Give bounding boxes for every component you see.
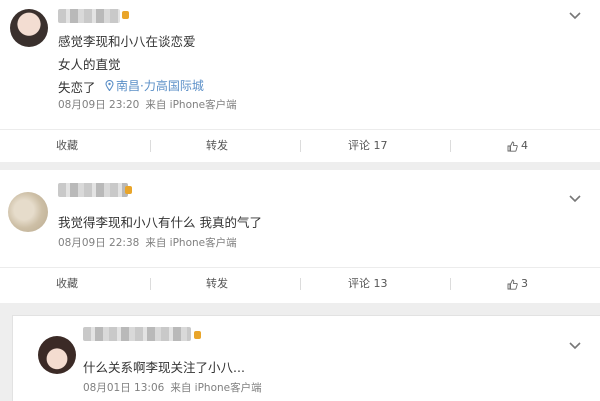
username-blurred[interactable] — [58, 9, 120, 23]
like-count: 4 — [521, 139, 528, 152]
repost-button[interactable]: 转发 — [206, 268, 228, 300]
divider — [300, 278, 301, 290]
post-card: 感觉李现和小八在谈恋爱 女人的直觉 失恋了 南昌·力高国际城 08月09日 23… — [0, 0, 600, 162]
post-source: 来自 iPhone客户端 — [145, 99, 237, 111]
thumbs-up-icon — [507, 141, 518, 152]
thumbs-up-icon — [507, 279, 518, 290]
location-link[interactable]: 南昌·力高国际城 — [105, 77, 204, 94]
chevron-down-icon[interactable] — [568, 11, 582, 21]
user-avatar[interactable] — [8, 192, 48, 232]
divider — [300, 140, 301, 152]
divider — [450, 140, 451, 152]
vip-badge-icon — [122, 11, 129, 19]
action-bar: 收藏 转发 评论 13 3 — [0, 267, 600, 300]
post-text-line: 感觉李现和小八在谈恋爱 — [58, 34, 196, 49]
post-meta: 08月09日 23:20 来自 iPhone客户端 — [58, 97, 237, 112]
divider — [150, 140, 151, 152]
post-timestamp[interactable]: 08月09日 23:20 — [58, 99, 139, 111]
vip-badge-icon — [194, 331, 201, 339]
reply-source: 来自 iPhone客户端 — [170, 382, 262, 394]
user-avatar[interactable] — [10, 9, 48, 47]
username-blurred[interactable] — [83, 327, 191, 341]
like-button[interactable]: 4 — [507, 130, 528, 162]
reply-meta: 08月01日 13:06 来自 iPhone客户端 — [83, 380, 262, 395]
user-avatar[interactable] — [38, 336, 76, 374]
favorite-button[interactable]: 收藏 — [56, 268, 78, 300]
username-blurred[interactable] — [58, 183, 128, 197]
comment-button[interactable]: 评论 17 — [348, 130, 388, 162]
repost-button[interactable]: 转发 — [206, 130, 228, 162]
like-button[interactable]: 3 — [507, 268, 528, 300]
chevron-down-icon[interactable] — [568, 341, 582, 351]
divider — [450, 278, 451, 290]
location-label: 南昌·力高国际城 — [116, 79, 204, 93]
comment-button[interactable]: 评论 13 — [348, 268, 388, 300]
action-bar: 收藏 转发 评论 17 4 — [0, 129, 600, 162]
post-timestamp[interactable]: 08月09日 22:38 — [58, 237, 139, 249]
reply-card: 什么关系啊李现关注了小八... 08月01日 13:06 来自 iPhone客户端 — [12, 315, 600, 401]
like-count: 3 — [521, 277, 528, 290]
favorite-button[interactable]: 收藏 — [56, 130, 78, 162]
reply-timestamp[interactable]: 08月01日 13:06 — [83, 382, 164, 394]
chevron-down-icon[interactable] — [568, 194, 582, 204]
post-text-line: 女人的直觉 — [58, 57, 121, 72]
vip-badge-icon — [125, 186, 132, 194]
post-meta: 08月09日 22:38 来自 iPhone客户端 — [58, 235, 237, 250]
reply-text: 什么关系啊李现关注了小八... — [83, 360, 245, 375]
post-source: 来自 iPhone客户端 — [145, 237, 237, 249]
divider — [150, 278, 151, 290]
post-text-line: 我觉得李现和小八有什么 我真的气了 — [58, 215, 262, 230]
post-text-line: 失恋了 — [58, 80, 96, 95]
location-pin-icon — [105, 79, 114, 92]
post-card: 我觉得李现和小八有什么 我真的气了 08月09日 22:38 来自 iPhone客… — [0, 170, 600, 303]
